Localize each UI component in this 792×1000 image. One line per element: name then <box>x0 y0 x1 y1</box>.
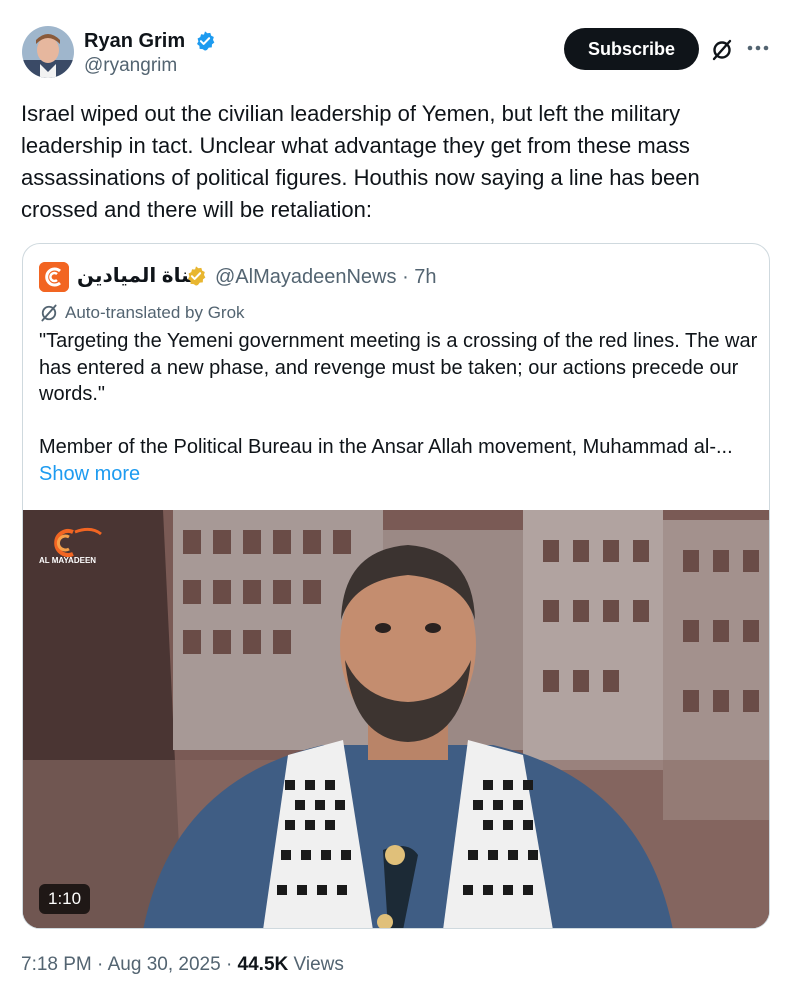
post-time[interactable]: 7:18 PM <box>21 954 92 975</box>
grok-icon[interactable] <box>710 38 734 62</box>
quote-paragraph-2: Member of the Political Bureau in the An… <box>39 435 733 458</box>
show-more-link[interactable]: Show more <box>39 461 140 487</box>
post-date[interactable]: Aug 30, 2025 <box>108 954 221 975</box>
tweet-text: Israel wiped out the civilian leadership… <box>21 101 700 222</box>
video-player[interactable]: AL MAYADEEN 1:10 <box>23 510 769 928</box>
quote-header: قناة الميادين @AlMayadeenNews · 7h <box>39 262 739 292</box>
quote-handle[interactable]: @AlMayadeenNews <box>215 266 397 288</box>
quote-time[interactable]: 7h <box>414 266 436 288</box>
meta-separator: · <box>402 266 409 288</box>
video-duration-badge: 1:10 <box>39 884 91 914</box>
display-name[interactable]: Ryan Grim <box>84 28 185 54</box>
tweet-header: Ryan Grim @ryangrim Subscribe <box>22 26 772 86</box>
more-dots-icon[interactable] <box>744 34 772 62</box>
grok-icon <box>41 304 57 322</box>
tweet-footer: 7:18 PM · Aug 30, 2025 · 44.5K Views <box>21 952 344 978</box>
footer-separator: · <box>225 954 233 975</box>
almayadeen-logo-icon[interactable] <box>39 262 69 292</box>
video-thumbnail <box>23 510 769 928</box>
quote-display-name[interactable]: قناة الميادين <box>77 263 202 289</box>
avatar[interactable] <box>22 26 74 78</box>
views-label: Views <box>293 954 344 975</box>
quote-meta: @AlMayadeenNews · 7h <box>215 264 437 290</box>
quote-text: "Targeting the Yemeni government meeting… <box>39 328 759 460</box>
verified-badge-icon <box>196 31 214 51</box>
views-count[interactable]: 44.5K <box>238 954 289 975</box>
verified-gold-badge-icon <box>188 266 206 286</box>
quote-paragraph-1: "Targeting the Yemeni government meeting… <box>39 330 758 405</box>
channel-watermark-label: AL MAYADEEN <box>39 556 97 565</box>
footer-separator: · <box>97 954 104 975</box>
handle[interactable]: @ryangrim <box>84 54 216 78</box>
quote-tweet[interactable]: قناة الميادين @AlMayadeenNews · 7h Auto-… <box>22 243 770 929</box>
subscribe-button[interactable]: Subscribe <box>564 28 699 70</box>
translated-label: Auto-translated by Grok <box>65 303 245 322</box>
